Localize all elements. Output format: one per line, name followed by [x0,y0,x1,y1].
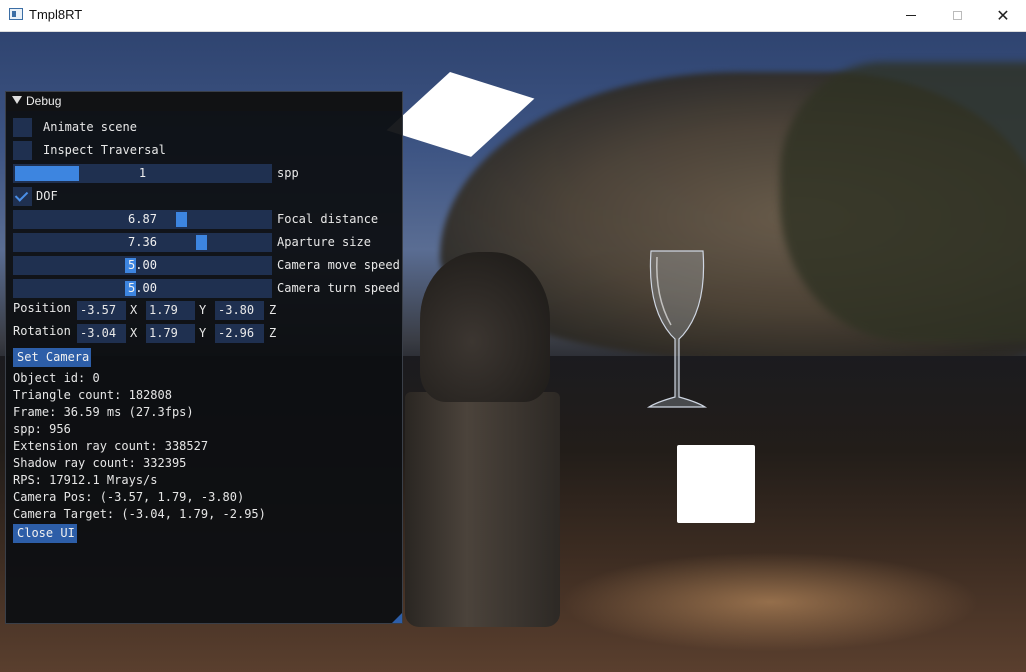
rotation-z-axis-label: Z [269,326,277,340]
close-icon: ✕ [996,5,1010,25]
debug-title: Debug [26,94,62,108]
frame-time-text: Frame: 36.59 ms (27.3fps) [13,405,194,419]
debug-window[interactable]: Debug Animate scene Inspect Traversal 1 … [5,91,403,624]
aperture-size-slider[interactable]: 7.36 [13,233,272,252]
window-title: Tmpl8RT [29,7,83,22]
position-z-field[interactable]: -3.80 [215,301,264,320]
rps-text: RPS: 17912.1 Mrays/s [13,473,158,487]
object-id-text: Object id: 0 [13,371,100,385]
position-x-field[interactable]: -3.57 [77,301,126,320]
focal-distance-label: Focal distance [277,212,379,226]
camera-turn-speed-row: 5.00 Camera turn speed [13,279,403,298]
spp-row: 1 spp [13,164,403,183]
camera-turn-speed-label: Camera turn speed [277,281,400,295]
position-row: Position -3.57 X 1.79 Y -3.80 Z [13,301,403,320]
rotation-z-field[interactable]: -2.96 [215,324,264,343]
rotation-y-field[interactable]: 1.79 [146,324,195,343]
close-ui-label: Close UI [17,526,75,540]
position-label: Position [13,301,71,315]
set-camera-button[interactable]: Set Camera [13,348,91,367]
spp-label: spp [277,166,299,180]
aperture-size-row: 7.36 Aparture size [13,233,403,252]
rotation-label: Rotation [13,324,71,338]
camera-move-speed-row: 5.00 Camera move speed [13,256,403,275]
aperture-size-value: 7.36 [128,235,157,249]
dof-label: DOF [36,189,58,203]
rotation-y-value: 1.79 [149,326,178,340]
rotation-x-field[interactable]: -3.04 [77,324,126,343]
camera-turn-speed-slider[interactable]: 5.00 [13,279,272,298]
camera-move-speed-slider[interactable]: 5.00 [13,256,272,275]
camera-move-speed-value: 5.00 [128,258,157,272]
extension-ray-count-text: Extension ray count: 338527 [13,439,209,453]
collapse-arrow-icon[interactable] [12,96,22,104]
spp-count-text: spp: 956 [13,422,71,436]
spp-slider-value: 1 [138,166,147,180]
dof-row: DOF [13,187,393,206]
camera-move-speed-label: Camera move speed [277,258,400,272]
position-z-value: -3.80 [218,303,255,317]
inspect-traversal-checkbox[interactable] [13,141,32,160]
rotation-y-axis-label: Y [199,326,207,340]
position-y-field[interactable]: 1.79 [146,301,195,320]
inspect-traversal-row: Inspect Traversal [13,141,393,160]
triangle-count-text: Triangle count: 182808 [13,388,172,402]
debug-header[interactable]: Debug [6,92,402,111]
animate-scene-checkbox[interactable] [13,118,32,137]
camera-pos-text: Camera Pos: (-3.57, 1.79, -3.80) [13,490,245,504]
wine-glass [646,250,708,408]
shadow-ray-count-text: Shadow ray count: 332395 [13,456,187,470]
resize-grip-icon[interactable] [392,613,402,623]
close-ui-button[interactable]: Close UI [13,524,77,543]
dof-checkbox[interactable] [13,187,32,206]
maximize-button[interactable] [934,0,980,31]
position-x-value: -3.57 [80,303,117,317]
minimize-icon [906,15,916,16]
position-y-value: 1.79 [149,303,178,317]
floor-light-glow [560,552,980,652]
animate-scene-row: Animate scene [13,118,393,137]
eagle-statue [420,252,550,402]
animate-scene-label: Animate scene [43,120,137,134]
position-y-axis-label: Y [199,303,207,317]
focal-distance-row: 6.87 Focal distance [13,210,403,229]
aperture-size-label: Aparture size [277,235,371,249]
rotation-x-value: -3.04 [80,326,117,340]
focal-distance-value: 6.87 [128,212,157,226]
close-window-button[interactable]: ✕ [980,0,1026,31]
title-bar[interactable]: Tmpl8RT ✕ [0,0,1026,32]
minimize-button[interactable] [888,0,934,31]
spp-slider[interactable]: 1 [13,164,272,183]
focal-distance-slider[interactable]: 6.87 [13,210,272,229]
inspect-traversal-label: Inspect Traversal [43,143,166,157]
app-icon [9,8,23,20]
set-camera-label: Set Camera [17,350,90,364]
light-cube [677,445,755,523]
maximize-icon [952,11,962,20]
app-window: Tmpl8RT ✕ Debug Animate scene Inspect Tr… [0,0,1026,672]
rotation-x-axis-label: X [130,326,138,340]
statue-base [405,392,560,627]
position-x-axis-label: X [130,303,138,317]
position-z-axis-label: Z [269,303,277,317]
background-foliage [780,62,1026,342]
rotation-z-value: -2.96 [218,326,255,340]
rotation-row: Rotation -3.04 X 1.79 Y -2.96 Z [13,324,403,343]
camera-target-text: Camera Target: (-3.04, 1.79, -2.95) [13,507,266,521]
camera-turn-speed-value: 5.00 [128,281,157,295]
